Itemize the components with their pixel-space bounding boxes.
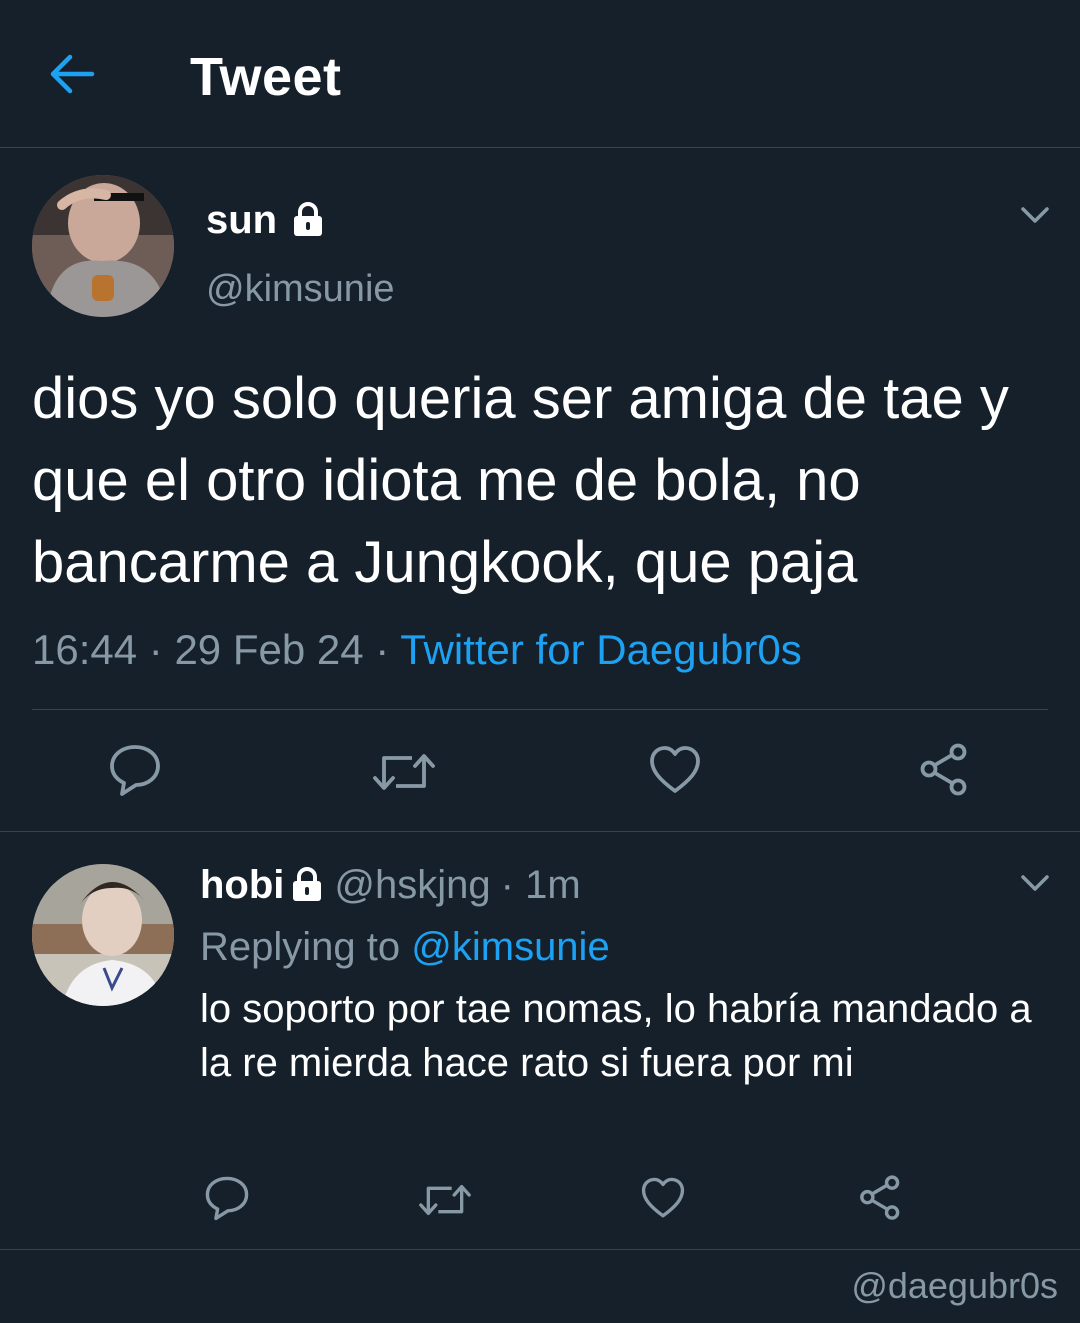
- avatar[interactable]: [32, 175, 174, 317]
- tweet-divider: [0, 831, 1080, 832]
- back-arrow-icon[interactable]: [48, 52, 96, 96]
- tweet-text: dios yo solo queria ser amiga de tae y q…: [32, 366, 1009, 595]
- reply-icon[interactable]: [108, 742, 162, 798]
- author-name-text: sun: [206, 198, 278, 242]
- reply-header: hobi @hskjng · 1m: [200, 860, 581, 910]
- tweet-action-bar: [0, 738, 1080, 804]
- reply-author-name[interactable]: hobi: [200, 860, 284, 910]
- meta-divider: [32, 709, 1048, 710]
- reply-author-handle[interactable]: @hskjng: [334, 860, 490, 910]
- chevron-down-icon[interactable]: [1018, 198, 1052, 232]
- tweet-author-handle[interactable]: @kimsunie: [206, 266, 395, 312]
- reply-action-bar: [0, 1168, 1080, 1228]
- reply-timestamp: · 1m: [500, 863, 581, 907]
- chevron-down-icon[interactable]: [1018, 866, 1052, 900]
- tweet-time: 16:44: [32, 626, 138, 673]
- retweet-icon[interactable]: [372, 748, 436, 796]
- reply-icon[interactable]: [204, 1174, 250, 1222]
- reply-divider: [0, 1249, 1080, 1250]
- reply-avatar[interactable]: [32, 864, 174, 1006]
- like-icon[interactable]: [640, 1176, 686, 1220]
- replying-to-label: Replying to: [200, 925, 401, 969]
- lock-icon: [290, 867, 324, 903]
- tweet-author-name[interactable]: sun: [206, 196, 325, 244]
- watermark: @daegubr0s: [851, 1265, 1058, 1306]
- retweet-icon[interactable]: [418, 1180, 472, 1220]
- like-icon[interactable]: [648, 744, 702, 796]
- tweet-date: 29 Feb 24: [174, 626, 364, 673]
- page-title: Tweet: [190, 47, 342, 107]
- tweet-meta: 16:44 · 29 Feb 24 · Twitter for Daegubr0…: [32, 624, 802, 676]
- reply-text: lo soporto por tae nomas, lo habría mand…: [200, 987, 1032, 1085]
- share-icon[interactable]: [918, 742, 972, 798]
- header-divider: [0, 147, 1080, 148]
- tweet-source-link[interactable]: Twitter for Daegubr0s: [400, 626, 802, 673]
- replying-to-handle-link[interactable]: @kimsunie: [411, 925, 609, 969]
- share-icon[interactable]: [858, 1174, 904, 1222]
- meta-separator: ·: [148, 626, 163, 673]
- replying-to: Replying to @kimsunie: [200, 922, 610, 972]
- lock-icon: [291, 202, 325, 238]
- meta-separator: ·: [375, 626, 390, 673]
